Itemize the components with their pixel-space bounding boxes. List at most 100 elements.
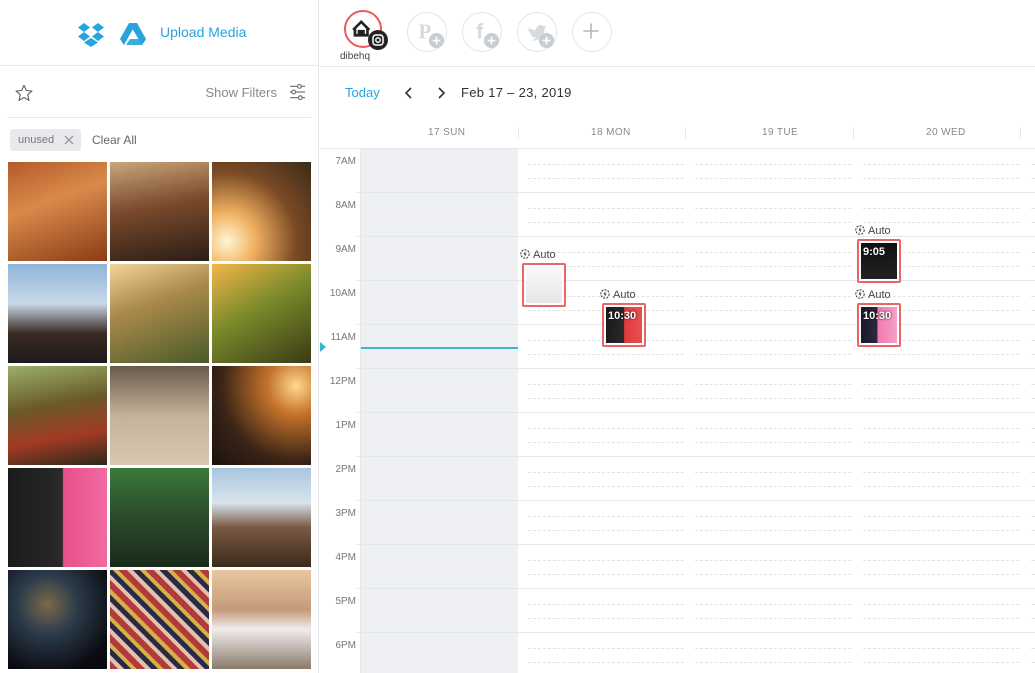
dropbox-icon[interactable] [77,20,105,48]
slot-gridline [695,222,851,223]
clear-all-button[interactable]: Clear All [92,133,137,147]
hour-label: 7AM [335,156,356,167]
instagram-icon [368,30,388,50]
add-pinterest-button[interactable]: P [407,12,447,52]
slot-gridline [1031,574,1035,575]
slot-gridline [695,516,851,517]
current-time-marker [320,342,326,352]
slot-gridline [528,222,684,223]
slot-gridline [863,618,1019,619]
slot-gridline [528,530,684,531]
slot-gridline [863,486,1019,487]
hour-label: 3PM [335,508,356,519]
slot-gridline [695,560,851,561]
add-facebook-button[interactable]: f [462,12,502,52]
slot-gridline [695,266,851,267]
media-thumbnail[interactable] [110,162,209,261]
date-range-label: Feb 17 – 23, 2019 [461,85,572,100]
media-thumbnail[interactable] [212,264,311,363]
hour-label: 4PM [335,552,356,563]
media-thumbnail[interactable] [8,468,107,567]
account-avatar[interactable] [344,10,388,50]
slot-gridline [695,296,851,297]
post-preview-card[interactable] [522,263,566,307]
slot-gridline [863,208,1019,209]
media-thumbnail[interactable] [212,162,311,261]
star-icon[interactable] [15,84,33,102]
tag-label: unused [18,134,55,146]
slot-gridline [1031,164,1035,165]
slot-gridline [1031,662,1035,663]
slot-gridline [1031,560,1035,561]
post-preview-card[interactable]: 9:05 [857,239,901,283]
slot-gridline [1031,222,1035,223]
media-thumbnail[interactable] [212,468,311,567]
slot-gridline [528,354,684,355]
slot-gridline [528,662,684,663]
upload-bar: Upload Media [0,0,318,66]
slot-gridline [1031,486,1035,487]
slot-gridline [863,574,1019,575]
post-preview-card[interactable]: 10:30 [857,303,901,347]
post-image-text: 10:30 [863,310,892,322]
media-thumbnail[interactable] [8,366,107,465]
slot-gridline [1031,472,1035,473]
upload-media-link[interactable]: Upload Media [160,24,246,40]
day-header-divider [1020,127,1021,139]
hour-label: 9AM [335,244,356,255]
media-thumbnail[interactable] [110,468,209,567]
post-image: 10:30 [606,307,642,343]
slot-gridline [1031,384,1035,385]
slot-gridline [695,428,851,429]
add-account-button[interactable] [572,12,612,52]
today-button[interactable]: Today [345,85,380,100]
slot-gridline [695,486,851,487]
day-header-divider [685,127,686,139]
chevron-left-icon[interactable] [402,86,416,100]
slot-gridline [863,222,1019,223]
media-thumbnail[interactable] [110,366,209,465]
day-header-label: 17 SUN [428,127,466,138]
hour-label: 11AM [330,332,356,343]
slot-gridline [528,384,684,385]
slot-gridline [695,530,851,531]
slot-gridline [695,618,851,619]
time-gutter-divider [360,149,361,673]
add-twitter-button[interactable] [517,12,557,52]
close-icon[interactable] [63,134,75,146]
auto-publish-icon [600,289,610,299]
slot-gridline [1031,618,1035,619]
day-header-label: 18 MON [591,127,631,138]
slot-gridline [863,472,1019,473]
media-thumbnail[interactable] [110,264,209,363]
current-time-line [361,347,518,349]
post-image-text: 10:30 [608,310,637,322]
media-thumbnail[interactable] [8,264,107,363]
slot-gridline [695,604,851,605]
media-thumbnail[interactable] [212,366,311,465]
slot-gridline [528,164,684,165]
filter-sliders-icon[interactable] [289,83,306,101]
media-thumbnail[interactable] [8,570,107,669]
hour-gridline [357,236,1035,237]
day-header-label: 20 WED [926,127,966,138]
chevron-right-icon[interactable] [434,86,448,100]
hour-gridline [357,368,1035,369]
media-thumbnail[interactable] [110,570,209,669]
slot-gridline [695,310,851,311]
slot-gridline [528,442,684,443]
media-thumbnail[interactable] [212,570,311,669]
show-filters-button[interactable]: Show Filters [205,85,277,100]
account-name: dibehq [340,51,371,62]
auto-publish-label: Auto [520,249,556,261]
slot-gridline [863,442,1019,443]
week-grid: 7AM 8AM 9AM 10AM 11AM 12PM 1PM 2PM 3PM 4PM 5PM 6PM A… [320,149,1035,673]
hour-gridline [357,280,1035,281]
day-header-label: 19 TUE [762,127,799,138]
google-drive-icon[interactable] [119,20,147,48]
slot-gridline [528,618,684,619]
media-thumbnail[interactable] [8,162,107,261]
post-preview-card[interactable]: 10:30 [602,303,646,347]
svg-text:f: f [476,21,483,44]
auto-publish-label: Auto [855,289,891,301]
